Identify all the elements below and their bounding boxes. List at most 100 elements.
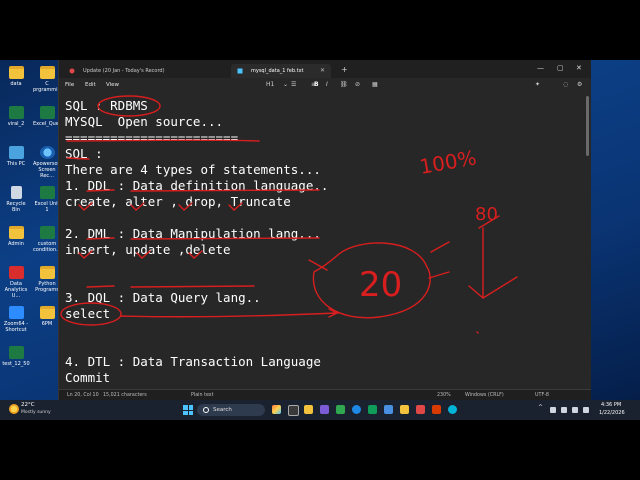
menu-edit[interactable]: Edit [85,78,96,92]
minimize-icon[interactable]: — [537,63,544,73]
weather-description[interactable]: Mostly sunny [21,410,51,415]
teams-icon[interactable] [320,405,329,414]
bold-button[interactable]: B [314,78,319,92]
close-window-icon[interactable]: ✕ [576,63,582,73]
tab-bar: Update (20 Jan - Today's Record) mysql_d… [59,60,591,78]
folder-icon [39,66,55,79]
ink-underline-dql [86,285,255,288]
heading-dropdown[interactable]: H1 [266,78,274,92]
ink-text-percent: 100% [418,145,478,179]
desktop-icon-viral[interactable]: viral_2 [2,106,30,127]
desktop-icon-admin[interactable]: Admin [2,226,30,247]
desktop-icon-data[interactable]: data [2,66,30,87]
settings-gear-icon[interactable]: ⚙ [577,78,582,92]
search-icon [203,407,209,413]
file-explorer-icon[interactable] [304,405,313,414]
ink-arrow-select [120,308,340,318]
notepad-icon [237,68,243,74]
ink-annotations: 100% 20 80 [60,95,518,334]
computer-icon [8,146,24,159]
ink-text-twenty: 20 [359,265,402,305]
desktop-icon-apowersoft[interactable]: Apowersoft Screen Rec... [33,146,61,179]
tab-mysql-data[interactable]: mysql_data_1 feb.txt ✕ [231,64,331,78]
edge-icon[interactable] [352,405,361,414]
excel-icon [39,226,55,239]
ink-underline-separator [66,139,260,142]
excel-taskbar-icon[interactable] [368,405,377,414]
taskbar-search[interactable]: Search [197,404,265,416]
folder-taskbar-icon[interactable] [400,405,409,414]
zoom-icon [8,306,24,319]
sun-weather-icon[interactable] [9,404,19,414]
menu-file[interactable]: File [65,78,74,92]
chevron-up-icon[interactable]: ^ [538,404,543,411]
excel-icon [39,106,55,119]
ink-checkmarks-ddl [78,202,243,211]
taskbar: 22°C Mostly sunny Search ^ 4:36 PM 1/22/… [0,400,640,420]
desktop-icon-data-analytics[interactable]: Data Analytics U... [2,266,30,299]
excel-icon [8,346,24,359]
clear-format-icon[interactable]: ⊘ [355,78,360,92]
close-tab-icon[interactable]: ✕ [320,64,325,78]
search-placeholder: Search [213,407,232,413]
menu-bar: File Edit View H1 ⌄ ☰ ≡ B I ⛓ ⊘ ▦ ✦ ◌ ⚙ [59,78,591,92]
ink-checkmarks-dml [78,250,203,259]
maximize-icon[interactable]: ▢ [557,63,564,73]
ink-text-eighty: 80 [475,204,498,225]
app-taskbar-icon[interactable] [416,405,425,414]
desktop-icon-zoom[interactable]: Zoom64 - Shortcut [2,306,30,333]
windows-start-icon[interactable] [183,405,193,415]
screen-recorder-icon [39,146,55,159]
ink-circle-select [60,302,122,326]
desktop-icon-recycle-bin[interactable]: Recycle Bin [2,186,30,213]
folder-icon [8,66,24,79]
tray-app-icon[interactable] [550,407,556,413]
desktop-icon-custom-condition[interactable]: custom condition... [33,226,61,253]
folder-icon [39,306,55,319]
battery-icon[interactable] [583,407,589,413]
menu-view[interactable]: View [106,78,119,92]
desktop-icon-excel-unit[interactable]: Excel Unit 1 [33,186,61,213]
powerpoint-icon[interactable] [432,405,441,414]
link-icon[interactable]: ⛓ [340,78,348,92]
browser-icon[interactable] [448,405,457,414]
folder-icon [8,226,24,239]
task-view-icon[interactable] [288,405,299,416]
ink-down-arrow [468,215,518,299]
desktop-icon-this-pc[interactable]: This PC [2,146,30,167]
chrome-icon[interactable] [336,405,345,414]
new-tab-icon[interactable]: + [341,64,348,76]
weather-temperature[interactable]: 22°C [21,402,35,408]
clock-time[interactable]: 4:36 PM [601,402,621,408]
account-icon[interactable]: ◌ [563,78,568,92]
pdf-icon [8,266,24,279]
tab-label: mysql_data_1 feb.txt [251,68,304,74]
chevron-down-icon[interactable]: ⌄ [283,78,288,92]
desktop-icon-test[interactable]: test_12_50 [2,346,30,367]
tab-update-record[interactable]: Update (20 Jan - Today's Record) [63,64,165,78]
notepad-window: Update (20 Jan - Today's Record) mysql_d… [58,60,591,401]
excel-icon [8,106,24,119]
ink-underline-ddl [86,189,320,192]
desktop-icon-python-programs[interactable]: Python Programs [33,266,61,293]
wifi-icon[interactable] [561,407,567,413]
excel-icon [39,186,55,199]
widget-app-icon[interactable] [272,405,281,414]
table-icon[interactable]: ▦ [372,78,378,92]
ink-dot [476,331,479,334]
ink-underline-dml [86,237,320,240]
copilot-icon[interactable]: ✦ [535,78,540,92]
folder-icon [39,266,55,279]
notepad-taskbar-icon[interactable] [384,405,393,414]
desktop-icon-excel-ques[interactable]: Excel_Ques... [33,106,66,127]
bullet-list-icon[interactable]: ☰ [291,78,296,92]
ink-underline-sql [66,157,90,160]
text-editor[interactable]: SQL : RDBMS MYSQL Open source... =======… [59,92,591,389]
desktop-icon-c-programs[interactable]: C prgrammi... [33,66,62,93]
tab-label: Update (20 Jan - Today's Record) [83,68,165,74]
scrollbar[interactable] [586,96,589,156]
clock-date[interactable]: 1/22/2026 [599,410,625,416]
desktop-icon-6pm[interactable]: 6PM [33,306,61,327]
volume-icon[interactable] [572,407,578,413]
italic-button[interactable]: I [326,78,328,92]
